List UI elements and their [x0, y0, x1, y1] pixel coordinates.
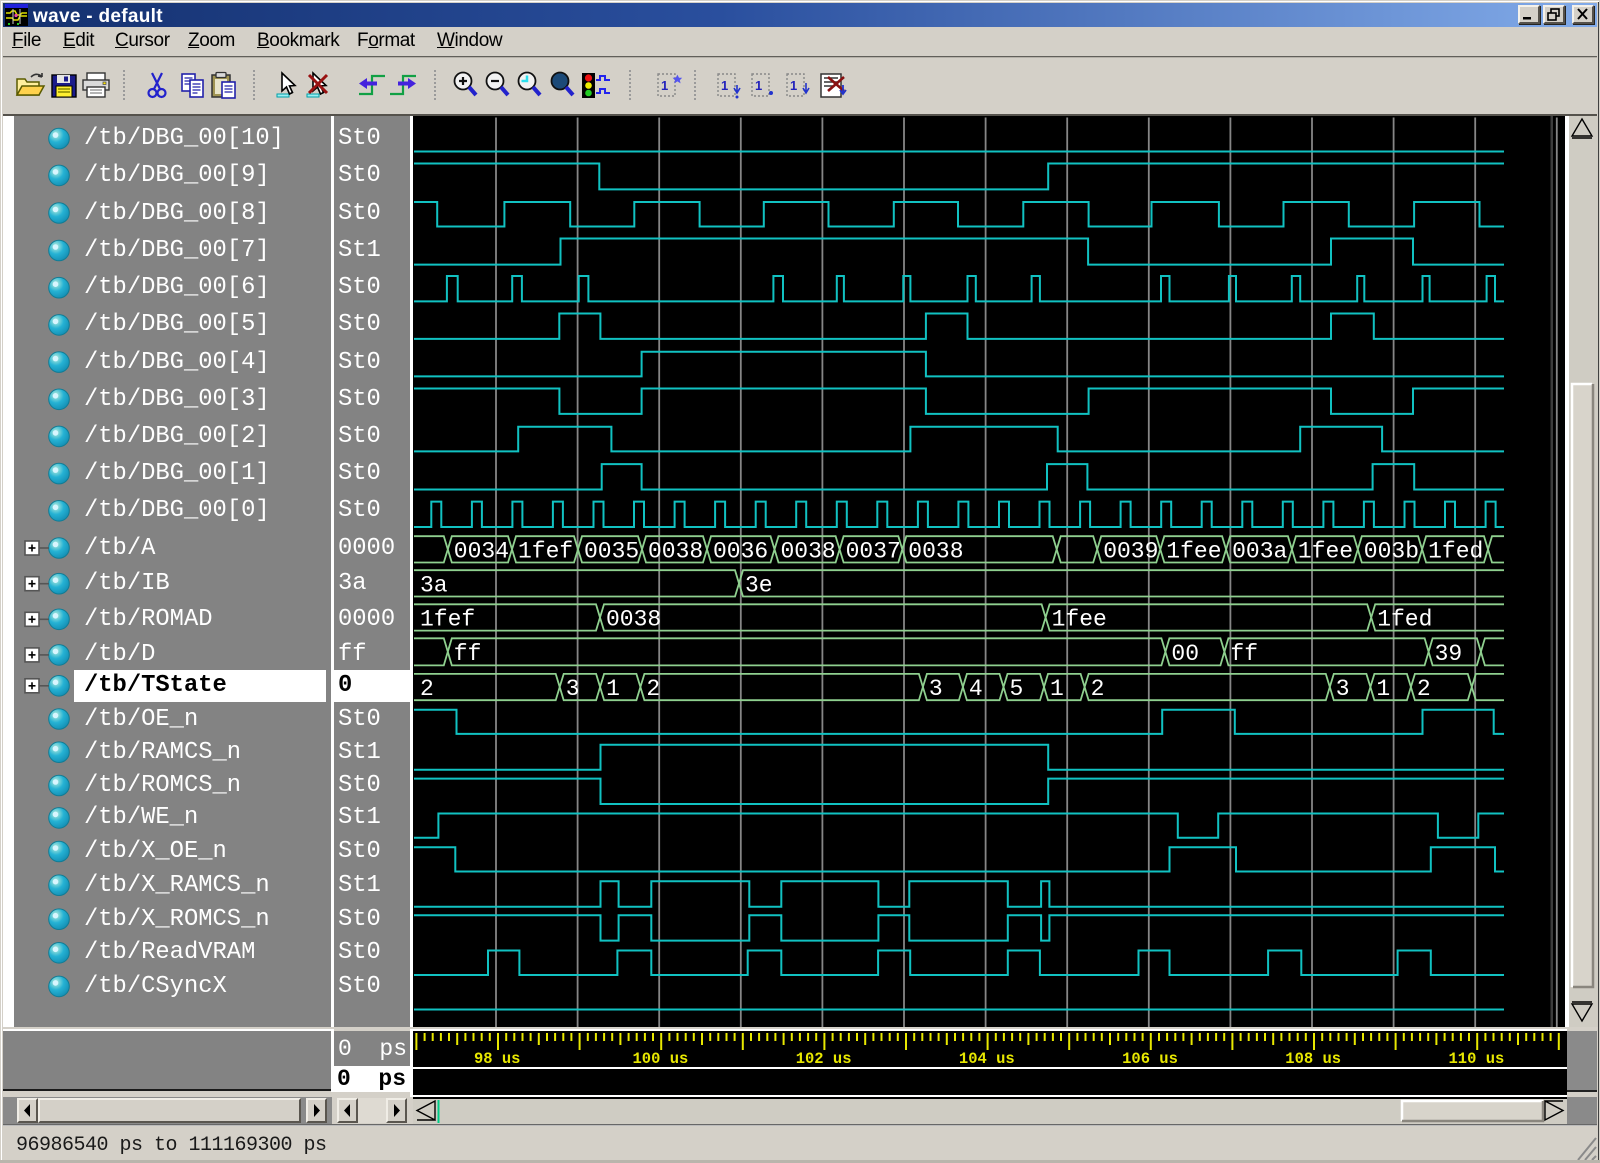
svg-text:ff: ff — [454, 641, 482, 667]
svg-text:00: 00 — [1171, 641, 1199, 667]
svg-text:39: 39 — [1435, 641, 1463, 667]
svg-text:1: 1 — [721, 78, 728, 93]
svg-text:1fed: 1fed — [1377, 607, 1432, 633]
svg-text:5: 5 — [1010, 676, 1024, 702]
svg-text:1: 1 — [1050, 676, 1064, 702]
svg-text:1: 1 — [790, 78, 797, 93]
svg-text:100 us: 100 us — [632, 1050, 688, 1068]
svg-text:0038: 0038 — [908, 538, 963, 564]
svg-text:102 us: 102 us — [796, 1050, 852, 1068]
svg-text:0039: 0039 — [1103, 538, 1158, 564]
svg-text:1: 1 — [606, 676, 620, 702]
svg-text:ff: ff — [1230, 641, 1258, 667]
svg-text:003a: 003a — [1232, 538, 1287, 564]
svg-text:1: 1 — [755, 78, 762, 93]
svg-text:110 us: 110 us — [1448, 1050, 1504, 1068]
svg-text:98 us: 98 us — [474, 1050, 521, 1068]
svg-text:3e: 3e — [745, 572, 773, 598]
svg-text:3: 3 — [566, 676, 580, 702]
svg-text:003b: 003b — [1364, 538, 1419, 564]
svg-text:1: 1 — [1376, 676, 1390, 702]
svg-text:2: 2 — [1091, 676, 1105, 702]
svg-text:106 us: 106 us — [1122, 1050, 1178, 1068]
svg-text:1fef: 1fef — [518, 538, 573, 564]
svg-text:3: 3 — [1336, 676, 1350, 702]
svg-text:1: 1 — [661, 78, 668, 93]
svg-text:0036: 0036 — [713, 538, 768, 564]
svg-text:0038: 0038 — [648, 538, 703, 564]
svg-text:0038: 0038 — [781, 538, 836, 564]
svg-text:2: 2 — [420, 676, 434, 702]
svg-text:0035: 0035 — [584, 538, 639, 564]
svg-text:3a: 3a — [420, 572, 448, 598]
svg-text:1fee: 1fee — [1052, 607, 1107, 633]
svg-text:1fee: 1fee — [1166, 538, 1221, 564]
svg-text:3: 3 — [929, 676, 943, 702]
svg-text:108 us: 108 us — [1285, 1050, 1341, 1068]
svg-text:1fed: 1fed — [1428, 538, 1483, 564]
svg-text:0037: 0037 — [846, 538, 901, 564]
svg-text:0034: 0034 — [454, 538, 509, 564]
svg-text:4: 4 — [969, 676, 983, 702]
svg-text:1fef: 1fef — [420, 607, 475, 633]
svg-text:1fee: 1fee — [1298, 538, 1353, 564]
svg-text:2: 2 — [646, 676, 660, 702]
svg-text:2: 2 — [1417, 676, 1431, 702]
svg-text:104 us: 104 us — [959, 1050, 1015, 1068]
svg-text:0038: 0038 — [606, 607, 661, 633]
